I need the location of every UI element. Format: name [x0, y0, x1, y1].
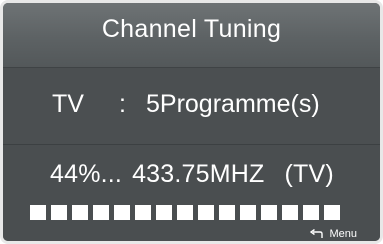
scan-status-text: 44%... 433.75MHZ (TV): [50, 160, 334, 189]
menu-label: Menu: [329, 228, 357, 240]
tv-colon: :: [119, 90, 126, 118]
progress-segment: [219, 205, 235, 220]
scan-source: (TV): [284, 160, 334, 188]
tv-label: TV: [52, 90, 84, 118]
progress-segment: [51, 205, 67, 220]
return-arrow-icon: [310, 229, 324, 238]
scan-status-row: 44%... 433.75MHZ (TV) Menu: [3, 145, 380, 241]
progress-segment: [261, 205, 277, 220]
progress-segment: [135, 205, 151, 220]
tuning-progress-bar: [30, 205, 340, 220]
progress-segment: [240, 205, 256, 220]
dialog-header: Channel Tuning: [3, 3, 380, 68]
progress-segment: [198, 205, 214, 220]
progress-segment: [114, 205, 130, 220]
channel-tuning-dialog: Channel Tuning TV : 5Programme(s) 44%...…: [0, 0, 383, 244]
menu-hint[interactable]: Menu: [310, 228, 357, 240]
programme-count: 5Programme(s): [146, 90, 320, 118]
progress-segment: [282, 205, 298, 220]
progress-segment: [93, 205, 109, 220]
progress-segment: [72, 205, 88, 220]
progress-segment: [30, 205, 46, 220]
progress-segment: [156, 205, 172, 220]
scan-percent: 44%...: [50, 160, 123, 188]
dialog-title: Channel Tuning: [101, 15, 282, 43]
scan-frequency: 433.75MHZ: [132, 160, 265, 188]
progress-segment: [324, 205, 340, 220]
progress-segment: [177, 205, 193, 220]
progress-segment: [303, 205, 319, 220]
tv-programme-row: TV : 5Programme(s): [3, 68, 380, 145]
